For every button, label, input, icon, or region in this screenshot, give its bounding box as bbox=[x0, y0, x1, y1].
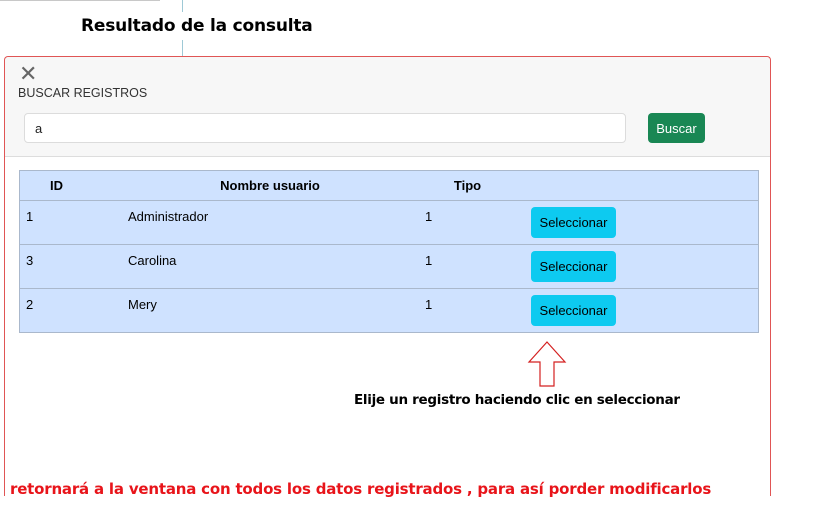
header-action bbox=[515, 170, 759, 201]
cell-id: 1 bbox=[19, 200, 120, 245]
cell-action: Seleccionar bbox=[515, 200, 759, 245]
table-row: 3 Carolina 1 Seleccionar bbox=[19, 244, 759, 289]
select-button[interactable]: Seleccionar bbox=[531, 207, 616, 238]
cell-name: Mery bbox=[120, 288, 420, 333]
close-icon[interactable]: ✕ bbox=[19, 63, 37, 85]
hint-text: Elije un registro haciendo clic en selec… bbox=[354, 392, 680, 408]
header-name: Nombre usuario bbox=[120, 170, 420, 201]
cell-id: 2 bbox=[19, 288, 120, 333]
header-tipo: Tipo bbox=[420, 170, 515, 201]
modal-header: ✕ BUSCAR REGISTROS Buscar bbox=[5, 57, 770, 157]
cell-name: Administrador bbox=[120, 200, 420, 245]
cell-tipo: 1 bbox=[420, 200, 515, 245]
cell-action: Seleccionar bbox=[515, 288, 759, 333]
cell-tipo: 1 bbox=[420, 244, 515, 289]
cell-id: 3 bbox=[19, 244, 120, 289]
search-input[interactable] bbox=[24, 113, 626, 143]
search-modal: ✕ BUSCAR REGISTROS Buscar ID Nombre usua… bbox=[4, 56, 771, 496]
cursor-line-mid bbox=[182, 40, 183, 56]
cell-name: Carolina bbox=[120, 244, 420, 289]
page-heading: Resultado de la consulta bbox=[81, 16, 313, 36]
footer-note: retornará a la ventana con todos los dat… bbox=[10, 480, 712, 498]
cell-tipo: 1 bbox=[420, 288, 515, 333]
table-row: 1 Administrador 1 Seleccionar bbox=[19, 200, 759, 245]
up-arrow-icon bbox=[527, 341, 567, 387]
cell-action: Seleccionar bbox=[515, 244, 759, 289]
select-button[interactable]: Seleccionar bbox=[531, 295, 616, 326]
header-id: ID bbox=[19, 170, 120, 201]
top-divider bbox=[0, 0, 160, 1]
table-row: 2 Mery 1 Seleccionar bbox=[19, 288, 759, 333]
search-button[interactable]: Buscar bbox=[648, 113, 705, 143]
results-table: ID Nombre usuario Tipo 1 Administrador 1… bbox=[19, 170, 759, 333]
modal-title: BUSCAR REGISTROS bbox=[18, 86, 148, 100]
select-button[interactable]: Seleccionar bbox=[531, 251, 616, 282]
table-header-row: ID Nombre usuario Tipo bbox=[19, 170, 759, 201]
cursor-line-top bbox=[182, 0, 183, 12]
